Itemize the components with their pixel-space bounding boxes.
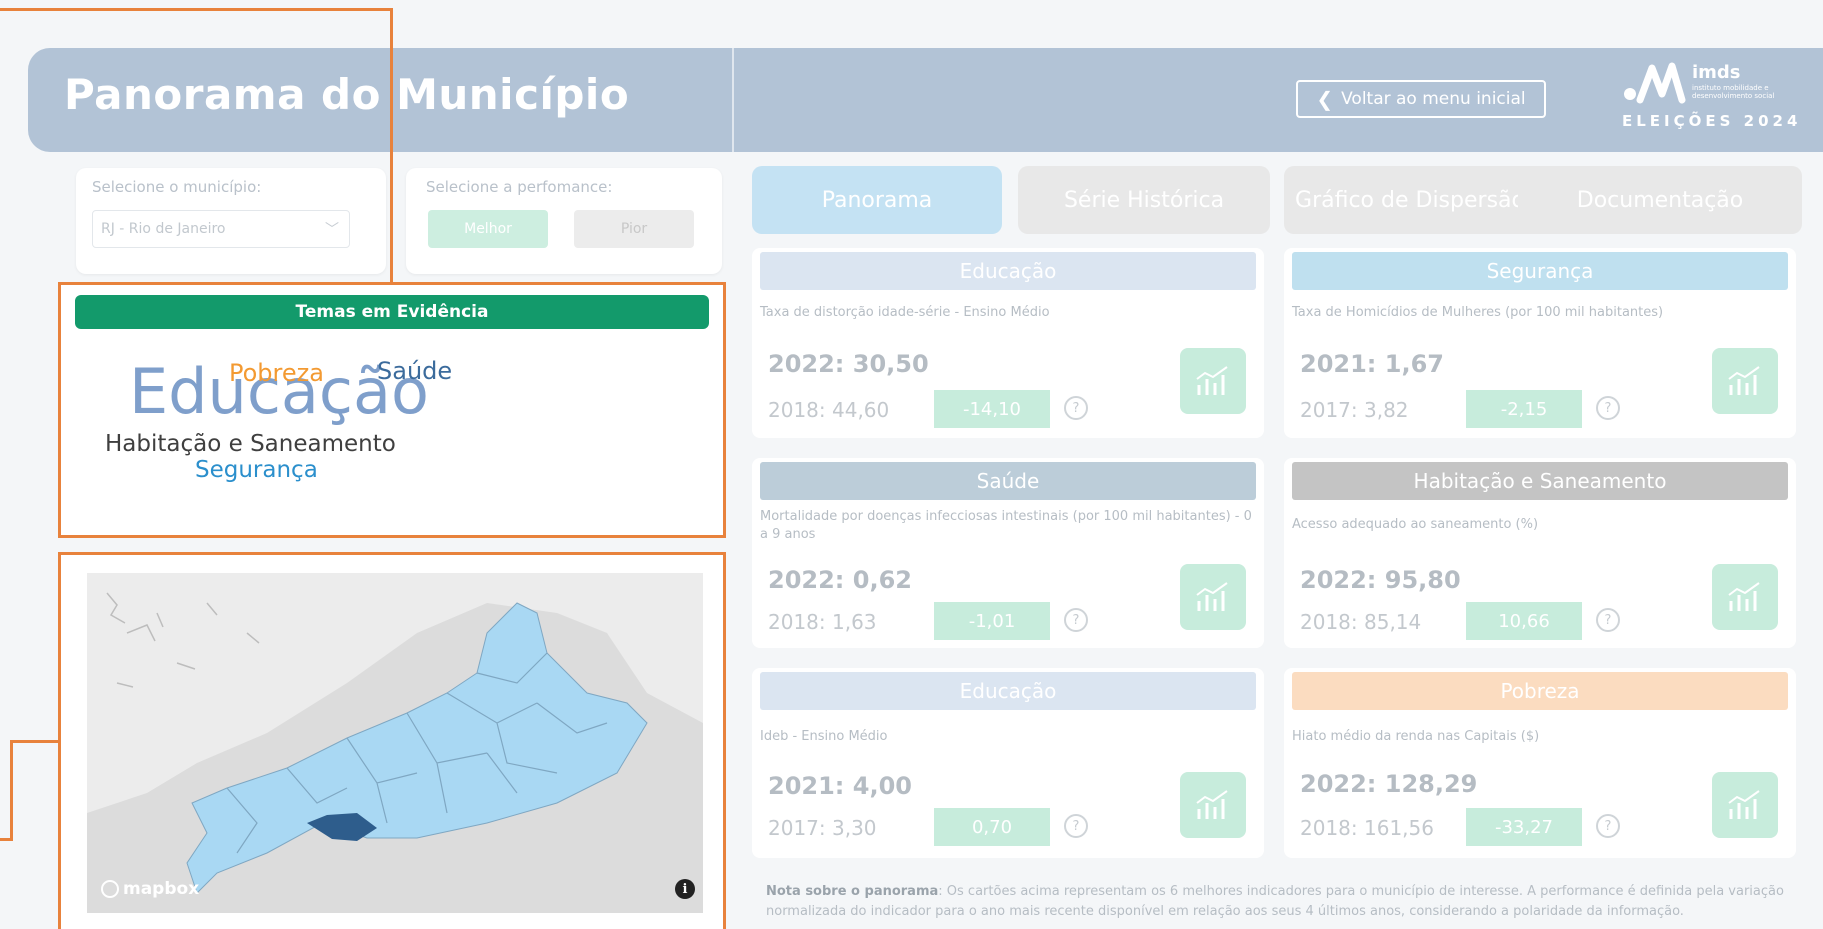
- card-theme: Educação: [760, 252, 1256, 290]
- chart-icon[interactable]: [1180, 348, 1246, 414]
- word-pobreza: Pobreza: [229, 359, 324, 387]
- chevron-left-icon: ❮: [1316, 87, 1334, 111]
- performance-selector-panel: Selecione a perfomance: Melhor Pior: [406, 168, 722, 274]
- card-description: Taxa de distorção idade-série - Ensino M…: [760, 305, 1050, 320]
- annotation-line-map-v: [10, 740, 13, 840]
- tab-grafico-dispersao[interactable]: Gráfico de Dispersão: [1284, 166, 1536, 234]
- card-current-value: 2021: 1,67: [1300, 350, 1444, 378]
- municipio-label: Selecione o município:: [92, 178, 262, 196]
- indicator-card: Pobreza Hiato médio da renda nas Capitai…: [1284, 668, 1796, 858]
- map-panel: mapbox i: [58, 552, 726, 929]
- card-current-value: 2022: 95,80: [1300, 566, 1461, 594]
- card-current-value: 2021: 4,00: [768, 772, 912, 800]
- annotation-line-map-bottom: [0, 838, 13, 841]
- imds-logo: imds instituto mobilidade e desenvolvime…: [1622, 60, 1822, 138]
- annotation-line-map-h: [10, 740, 58, 743]
- logo-name: imds: [1692, 62, 1741, 83]
- mapbox-label: mapbox: [123, 879, 200, 899]
- indicator-card: Saúde Mortalidade por doenças infecciosa…: [752, 458, 1264, 648]
- card-theme: Educação: [760, 672, 1256, 710]
- help-icon[interactable]: ?: [1596, 608, 1620, 632]
- card-difference: 10,66: [1466, 602, 1582, 640]
- back-button-label: Voltar ao menu inicial: [1341, 89, 1526, 109]
- chart-icon[interactable]: [1712, 564, 1778, 630]
- logo-subtitle: instituto mobilidade e desenvolvimento s…: [1692, 84, 1775, 100]
- imds-mark-icon: [1624, 62, 1686, 104]
- note-label: Nota sobre o panorama: [766, 884, 939, 899]
- info-icon[interactable]: i: [675, 879, 695, 899]
- card-description: Acesso adequado ao saneamento (%): [1292, 517, 1539, 532]
- chart-icon[interactable]: [1712, 772, 1778, 838]
- annotation-line-vertical: [390, 8, 393, 282]
- help-icon[interactable]: ?: [1064, 396, 1088, 420]
- logo-event: ELEIÇÕES 2024: [1622, 112, 1802, 130]
- card-current-value: 2022: 128,29: [1300, 770, 1478, 798]
- card-theme: Pobreza: [1292, 672, 1788, 710]
- word-habitacao: Habitação e Saneamento: [105, 431, 396, 457]
- card-previous-value: 2018: 1,63: [768, 610, 877, 634]
- chart-icon[interactable]: [1712, 348, 1778, 414]
- card-difference: -14,10: [934, 390, 1050, 428]
- mapbox-icon: [101, 880, 119, 898]
- municipio-select[interactable]: RJ - Rio de Janeiro ﹀: [92, 210, 350, 248]
- map-svg: [87, 573, 703, 913]
- tab-documentacao[interactable]: Documentação: [1518, 166, 1802, 234]
- card-difference: -33,27: [1466, 808, 1582, 846]
- chevron-down-icon: ﹀: [325, 222, 339, 238]
- card-current-value: 2022: 30,50: [768, 350, 929, 378]
- help-icon[interactable]: ?: [1064, 608, 1088, 632]
- card-previous-value: 2018: 161,56: [1300, 816, 1434, 840]
- card-difference: -2,15: [1466, 390, 1582, 428]
- panorama-note: Nota sobre o panorama: Os cartões acima …: [766, 882, 1806, 922]
- indicator-card: Habitação e Saneamento Acesso adequado a…: [1284, 458, 1796, 648]
- back-to-menu-button[interactable]: ❮ Voltar ao menu inicial: [1296, 80, 1546, 118]
- card-difference: -1,01: [934, 602, 1050, 640]
- word-seguranca: Segurança: [195, 457, 318, 483]
- card-previous-value: 2018: 85,14: [1300, 610, 1422, 634]
- municipio-value: RJ - Rio de Janeiro: [101, 221, 226, 237]
- help-icon[interactable]: ?: [1596, 396, 1620, 420]
- help-icon[interactable]: ?: [1596, 814, 1620, 838]
- word-saude: Saúde: [377, 357, 453, 385]
- chart-icon[interactable]: [1180, 772, 1246, 838]
- page-title: Panorama do Município: [64, 70, 630, 119]
- performance-label: Selecione a perfomance:: [426, 178, 613, 196]
- mapbox-attribution[interactable]: mapbox: [101, 879, 199, 899]
- indicator-card: Segurança Taxa de Homicídios de Mulheres…: [1284, 248, 1796, 438]
- card-description: Taxa de Homicídios de Mulheres (por 100 …: [1292, 305, 1664, 320]
- chart-icon[interactable]: [1180, 564, 1246, 630]
- card-theme: Habitação e Saneamento: [1292, 462, 1788, 500]
- header-divider: [732, 48, 734, 152]
- indicator-card: Educação Ideb - Ensino Médio 2021: 4,00 …: [752, 668, 1264, 858]
- card-difference: 0,70: [934, 808, 1050, 846]
- card-previous-value: 2018: 44,60: [768, 398, 890, 422]
- card-theme: Segurança: [1292, 252, 1788, 290]
- municipio-selector-panel: Selecione o município: RJ - Rio de Janei…: [76, 168, 386, 274]
- help-icon[interactable]: ?: [1064, 814, 1088, 838]
- performance-worst-button[interactable]: Pior: [574, 210, 694, 248]
- card-previous-value: 2017: 3,30: [768, 816, 877, 840]
- card-description: Ideb - Ensino Médio: [760, 729, 888, 744]
- card-description: Mortalidade por doenças infecciosas inte…: [760, 509, 1252, 542]
- themes-title: Temas em Evidência: [75, 295, 709, 329]
- annotation-line-top: [0, 8, 393, 11]
- card-description: Hiato médio da renda nas Capitais ($): [1292, 729, 1540, 744]
- card-previous-value: 2017: 3,82: [1300, 398, 1409, 422]
- tab-panorama[interactable]: Panorama: [752, 166, 1002, 234]
- tab-serie-historica[interactable]: Série Histórica: [1018, 166, 1270, 234]
- card-theme: Saúde: [760, 462, 1256, 500]
- indicator-card: Educação Taxa de distorção idade-série -…: [752, 248, 1264, 438]
- performance-best-button[interactable]: Melhor: [428, 210, 548, 248]
- card-current-value: 2022: 0,62: [768, 566, 912, 594]
- themes-panel: Temas em Evidência Educação Pobreza Saúd…: [58, 282, 726, 538]
- map-canvas[interactable]: mapbox i: [87, 573, 703, 913]
